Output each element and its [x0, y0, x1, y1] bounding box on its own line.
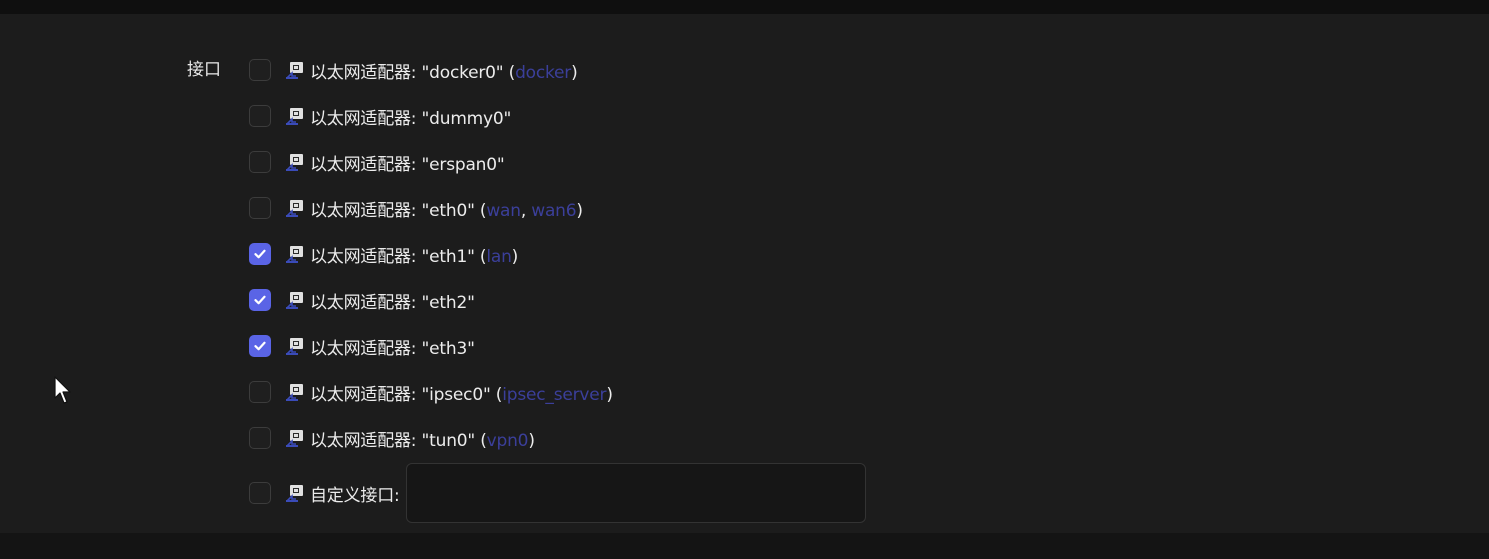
mouse-pointer-icon: [54, 376, 71, 404]
network-link[interactable]: wan: [486, 201, 521, 221]
adapter-type-label: 以太网适配器:: [310, 62, 422, 83]
interface-checkbox[interactable]: [249, 105, 271, 127]
interfaces-field-label: 接口: [187, 60, 221, 80]
interface-list: 以太网适配器: "docker0" (docker) 以太网适配器: "dummy…: [249, 47, 866, 525]
adapter-type-label: 以太网适配器:: [310, 246, 422, 267]
top-band: [0, 0, 1489, 14]
interface-checkbox[interactable]: [249, 59, 271, 81]
network-link[interactable]: lan: [486, 247, 512, 267]
device-name: "erspan0": [421, 154, 505, 175]
ethernet-adapter-icon: [286, 430, 303, 447]
ethernet-adapter-icon: [286, 200, 303, 217]
ethernet-adapter-icon: [286, 62, 303, 79]
close-paren: ): [606, 384, 613, 405]
interface-label: 以太网适配器: "dummy0": [310, 104, 511, 129]
open-paren: (: [474, 246, 487, 267]
close-paren: ): [571, 62, 578, 83]
device-name: "eth0": [421, 200, 475, 221]
adapter-type-label: 以太网适配器:: [310, 292, 422, 313]
device-name: "docker0": [421, 62, 504, 83]
interface-row: 以太网适配器: "eth0" (wan, wan6): [249, 185, 866, 231]
interface-checkbox[interactable]: [249, 197, 271, 219]
open-paren: (: [503, 62, 516, 83]
interface-row: 以太网适配器: "eth2": [249, 277, 866, 323]
network-separator: ,: [520, 200, 532, 221]
interface-label: 以太网适配器: "eth0" (wan, wan6): [310, 196, 583, 221]
ethernet-adapter-icon: [286, 485, 303, 502]
interface-checkbox[interactable]: [249, 335, 271, 357]
bottom-band: [0, 533, 1489, 559]
ethernet-adapter-icon: [286, 384, 303, 401]
interface-row: 以太网适配器: "tun0" (vpn0): [249, 415, 866, 461]
custom-interface-label: 自定义接口:: [310, 485, 400, 506]
ethernet-adapter-icon: [286, 338, 303, 355]
adapter-type-label: 以太网适配器:: [310, 108, 422, 129]
interface-checkbox[interactable]: [249, 427, 271, 449]
custom-interface-input[interactable]: [405, 463, 866, 523]
adapter-type-label: 以太网适配器:: [310, 430, 422, 451]
device-name: "ipsec0": [421, 384, 491, 405]
ethernet-adapter-icon: [286, 292, 303, 309]
adapter-type-label: 以太网适配器:: [310, 200, 422, 221]
ethernet-adapter-icon: [286, 154, 303, 171]
adapter-type-label: 以太网适配器:: [310, 384, 422, 405]
interface-checkbox[interactable]: [249, 289, 271, 311]
adapter-type-label: 以太网适配器:: [310, 154, 422, 175]
open-paren: (: [490, 384, 503, 405]
interface-checkbox[interactable]: [249, 151, 271, 173]
open-paren: (: [474, 200, 487, 221]
device-name: "eth3": [421, 338, 475, 359]
interface-label: 以太网适配器: "erspan0": [310, 150, 505, 175]
custom-interface-checkbox[interactable]: [249, 482, 271, 504]
interface-label: 以太网适配器: "eth3": [310, 334, 475, 359]
network-link[interactable]: docker: [515, 63, 571, 83]
interface-row: 以太网适配器: "docker0" (docker): [249, 47, 866, 93]
interface-label: 以太网适配器: "eth2": [310, 288, 475, 313]
interface-row: 以太网适配器: "dummy0": [249, 93, 866, 139]
interface-label: 以太网适配器: "ipsec0" (ipsec_server): [310, 380, 613, 405]
device-name: "eth1": [421, 246, 475, 267]
adapter-type-label: 以太网适配器:: [310, 338, 422, 359]
ethernet-adapter-icon: [286, 246, 303, 263]
device-name: "eth2": [421, 292, 475, 313]
network-link[interactable]: vpn0: [487, 431, 529, 451]
close-paren: ): [576, 200, 583, 221]
custom-interface-row: 自定义接口:: [249, 461, 866, 525]
interface-row: 以太网适配器: "eth1" (lan): [249, 231, 866, 277]
interface-checkbox[interactable]: [249, 381, 271, 403]
open-paren: (: [475, 430, 487, 451]
interface-checkbox[interactable]: [249, 243, 271, 265]
interface-row: 以太网适配器: "eth3": [249, 323, 866, 369]
device-name: "tun0": [421, 430, 476, 451]
interface-label: 以太网适配器: "eth1" (lan): [310, 242, 518, 267]
network-link[interactable]: wan6: [531, 201, 576, 221]
ethernet-adapter-icon: [286, 108, 303, 125]
network-link[interactable]: ipsec_server: [502, 385, 606, 405]
close-paren: ): [528, 430, 535, 451]
interface-label: 以太网适配器: "docker0" (docker): [310, 58, 578, 83]
interface-label: 以太网适配器: "tun0" (vpn0): [310, 426, 535, 451]
interface-row: 以太网适配器: "erspan0": [249, 139, 866, 185]
device-name: "dummy0": [421, 108, 512, 129]
interface-row: 以太网适配器: "ipsec0" (ipsec_server): [249, 369, 866, 415]
close-paren: ): [511, 246, 519, 267]
